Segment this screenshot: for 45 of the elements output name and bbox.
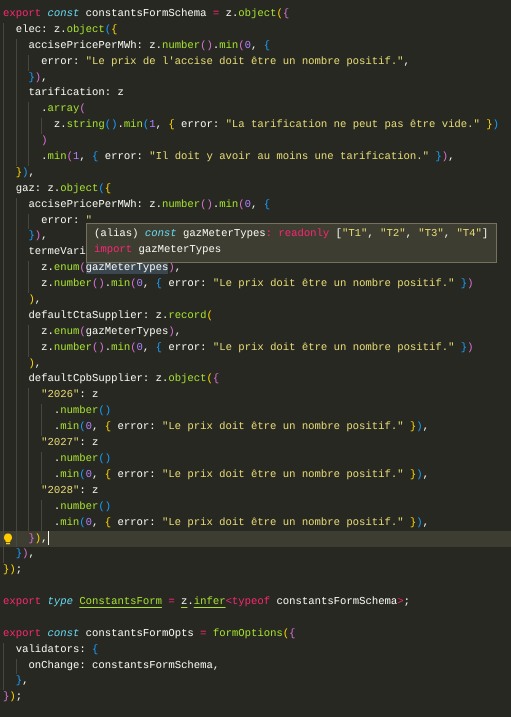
code-line: "2026": z — [41, 388, 98, 404]
code-line: "2028": z — [41, 484, 98, 499]
tooltip-line: (alias) const gazMeterTypes: readonly ["T1", "T2", "T3", "T4"] — [94, 227, 488, 242]
code-line: ), — [28, 293, 42, 308]
code-line: .number() — [54, 500, 112, 515]
code-line: .array( — [41, 102, 86, 118]
lightbulb-icon[interactable] — [3, 533, 13, 546]
code-line: z.enum(gazMeterTypes), — [41, 324, 182, 340]
tooltip-line: import gazMeterTypes — [94, 242, 222, 258]
code-line: .min(0, { error: "Le prix doit être un nombre positif." }), — [54, 420, 429, 436]
code-line: export const constantsFormSchema = z.object({ — [3, 7, 290, 22]
code-line: tarification: z — [28, 86, 124, 102]
code-line: export type ConstantsForm = z.infer<typeof constantsFormSchema>; — [3, 594, 410, 610]
code-line: z.number().min(0, { error: "Le prix doit être un nombre positif." }) — [41, 340, 474, 356]
code-line: .number() — [54, 404, 112, 420]
code-line: gaz: z.object({ — [16, 182, 112, 197]
code-line: error: "Le prix de l'accise doit être un nombre positif.", — [41, 54, 410, 70]
code-line: z.string().min(1, { error: "La tarification ne peut pas être vide." }) — [54, 118, 499, 134]
code-line: elec: z.object({ — [16, 22, 118, 38]
code-line: }), — [16, 547, 35, 562]
code-line: termeVari — [28, 245, 86, 260]
code-line: .min(1, { error: "Il doit y avoir au moins une tarification." }), — [41, 150, 454, 166]
code-line: validators: { — [16, 642, 98, 658]
code-line: ) — [41, 134, 48, 150]
code-line: export const constantsFormOpts = formOptions({ — [3, 626, 296, 642]
code-line: .number() — [54, 452, 112, 467]
code-line: }, — [16, 674, 28, 690]
code-line: "2027": z — [41, 436, 98, 452]
code-line: accisePricePerMWh: z.number().min(0, { — [28, 38, 270, 54]
code-line: ), — [28, 356, 42, 372]
code-line: defaultCtaSupplier: z.record( — [28, 308, 213, 324]
code-line: }), — [28, 532, 48, 548]
code-line: }), — [28, 229, 48, 244]
code-line: }), — [16, 166, 35, 181]
text-cursor — [48, 531, 50, 546]
code-line: }); — [3, 563, 22, 578]
code-line: .min(0, { error: "Le prix doit être un nombre positif." }), — [54, 468, 429, 483]
code-line: z.number().min(0, { error: "Le prix doit être un nombre positif." }) — [41, 277, 474, 292]
code-line: accisePricePerMWh: z.number().min(0, { — [28, 198, 270, 213]
code-line: defaultCpbSupplier: z.object({ — [28, 372, 220, 388]
code-line: .min(0, { error: "Le prix doit être un nombre positif." }), — [54, 516, 429, 530]
code-line: onChange: constantsFormSchema, — [28, 658, 220, 674]
code-line: }); — [3, 690, 22, 706]
code-line: error: " — [41, 214, 92, 229]
code-line: }), — [28, 70, 48, 86]
